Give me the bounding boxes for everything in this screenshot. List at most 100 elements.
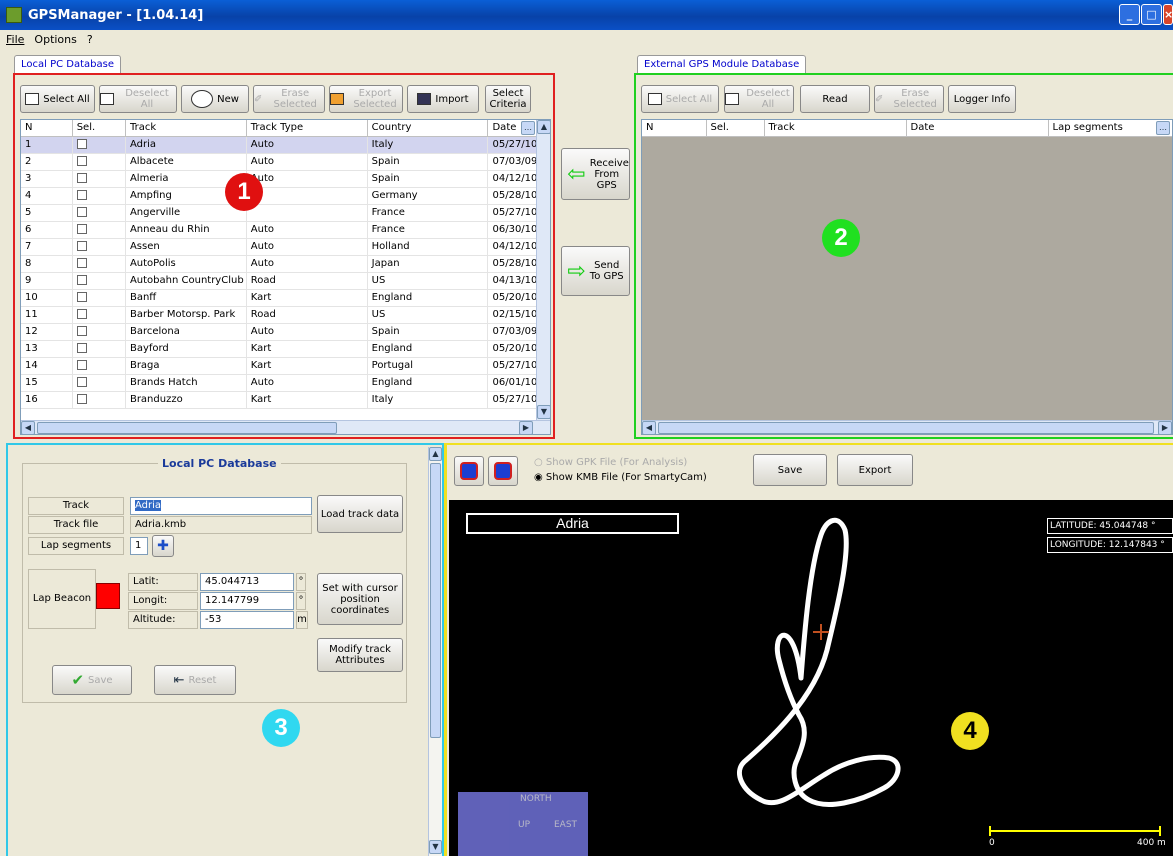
ext-select-all-button[interactable]: Select All <box>641 85 719 113</box>
table-row[interactable]: 3 Almeria Auto Spain 04/12/10 <box>21 170 550 188</box>
row-select-checkbox[interactable] <box>72 221 126 239</box>
table-row[interactable]: 16 Branduzzo Kart Italy 05/27/10 <box>21 391 550 409</box>
map-save-button[interactable]: Save <box>753 454 827 486</box>
checkbox[interactable] <box>76 360 87 370</box>
checkbox[interactable] <box>76 207 87 217</box>
radio-kmb-option[interactable]: ◉ Show KMB File (For SmartyCam) <box>534 472 707 483</box>
map-export-button[interactable]: Export <box>837 454 913 486</box>
scroll-thumb[interactable] <box>37 422 337 434</box>
detail-scroll-up-arrow[interactable]: ▲ <box>429 447 442 461</box>
row-select-checkbox[interactable] <box>72 323 126 341</box>
ext-col-n[interactable]: N <box>642 120 707 137</box>
menu-file[interactable]: File <box>6 33 24 46</box>
longitude-input[interactable]: 12.147799 <box>200 592 294 610</box>
track-name-input[interactable]: Adria <box>130 497 312 515</box>
select-criteria-button[interactable]: Select Criteria <box>485 85 531 113</box>
checkbox[interactable] <box>76 292 87 302</box>
column-chooser-button[interactable]: … <box>521 121 535 135</box>
scroll-down-arrow[interactable]: ▼ <box>537 405 550 419</box>
modify-track-attributes-button[interactable]: Modify track Attributes <box>317 638 403 672</box>
import-button[interactable]: Import <box>407 85 479 113</box>
menu-help[interactable]: ? <box>87 33 93 46</box>
row-select-checkbox[interactable] <box>72 289 126 307</box>
row-select-checkbox[interactable] <box>72 306 126 324</box>
checkbox[interactable] <box>76 156 87 166</box>
ext-deselect-all-button[interactable]: Deselect All <box>724 85 794 113</box>
col-n[interactable]: N <box>21 120 73 137</box>
send-to-gps-button[interactable]: ⇨ Send To GPS <box>561 246 630 296</box>
checkbox[interactable] <box>76 326 87 336</box>
checkbox[interactable] <box>76 343 87 353</box>
table-row[interactable]: 12 Barcelona Auto Spain 07/03/09 <box>21 323 550 341</box>
menu-options[interactable]: Options <box>34 33 76 46</box>
export-selected-button[interactable]: Export Selected <box>329 85 403 113</box>
ext-col-sel[interactable]: Sel. <box>706 120 765 137</box>
rotate-left-button[interactable] <box>454 456 484 486</box>
checkbox[interactable] <box>76 309 87 319</box>
checkbox[interactable] <box>76 241 87 251</box>
table-row[interactable]: 8 AutoPolis Auto Japan 05/28/10 <box>21 255 550 273</box>
table-row[interactable]: 14 Braga Kart Portugal 05/27/10 <box>21 357 550 375</box>
altitude-input[interactable]: -53 <box>200 611 294 629</box>
checkbox[interactable] <box>76 394 87 404</box>
checkbox[interactable] <box>76 139 87 149</box>
save-track-button[interactable]: ✔ Save <box>52 665 132 695</box>
track-map-canvas[interactable]: Adria LATITUDE: 45.044748 ° LONGITUDE: 1… <box>449 500 1173 856</box>
receive-from-gps-button[interactable]: ⇦ Receive From GPS <box>561 148 630 200</box>
row-select-checkbox[interactable] <box>72 391 126 409</box>
col-sel[interactable]: Sel. <box>72 120 126 137</box>
table-row[interactable]: 7 Assen Auto Holland 04/12/10 <box>21 238 550 256</box>
table-horizontal-scrollbar[interactable]: ◀ ▶ <box>21 420 550 434</box>
row-select-checkbox[interactable] <box>72 374 126 392</box>
close-button[interactable]: × <box>1163 4 1173 25</box>
detail-vertical-scrollbar[interactable]: ▲ ▼ <box>428 447 442 856</box>
ext-scroll-right-arrow[interactable]: ▶ <box>1158 421 1172 434</box>
row-select-checkbox[interactable] <box>72 187 126 205</box>
col-country[interactable]: Country <box>367 120 489 137</box>
table-vertical-scrollbar[interactable]: ▲ ▼ <box>536 120 550 420</box>
detail-scroll-thumb[interactable] <box>430 463 441 738</box>
ext-erase-selected-button[interactable]: ✐ Erase Selected <box>874 85 944 113</box>
minimap-compass[interactable]: NORTH UP EAST <box>458 792 588 856</box>
ext-col-date[interactable]: Date <box>906 120 1049 137</box>
col-track-type[interactable]: Track Type <box>246 120 368 137</box>
row-select-checkbox[interactable] <box>72 136 126 154</box>
table-row[interactable]: 4 Ampfing Germany 05/28/10 <box>21 187 550 205</box>
table-row[interactable]: 6 Anneau du Rhin Auto France 06/30/10 <box>21 221 550 239</box>
new-button[interactable]: New <box>181 85 249 113</box>
table-row[interactable]: 15 Brands Hatch Auto England 06/01/10 <box>21 374 550 392</box>
set-with-cursor-button[interactable]: Set with cursor position coordinates <box>317 573 403 625</box>
row-select-checkbox[interactable] <box>72 272 126 290</box>
row-select-checkbox[interactable] <box>72 357 126 375</box>
select-all-button[interactable]: Select All <box>20 85 95 113</box>
checkbox[interactable] <box>76 275 87 285</box>
ext-horizontal-scrollbar[interactable]: ◀ ▶ <box>642 420 1172 434</box>
add-segment-button[interactable]: ✚ <box>152 535 174 557</box>
read-button[interactable]: Read <box>800 85 870 113</box>
latitude-input[interactable]: 45.044713 <box>200 573 294 591</box>
detail-scroll-down-arrow[interactable]: ▼ <box>429 840 442 854</box>
ext-column-chooser-button[interactable]: … <box>1156 121 1170 135</box>
erase-selected-button[interactable]: ✐ Erase Selected <box>253 85 325 113</box>
row-select-checkbox[interactable] <box>72 204 126 222</box>
row-select-checkbox[interactable] <box>72 153 126 171</box>
table-row[interactable]: 5 Angerville France 05/27/10 <box>21 204 550 222</box>
row-select-checkbox[interactable] <box>72 255 126 273</box>
logger-info-button[interactable]: Logger Info <box>948 85 1016 113</box>
checkbox[interactable] <box>76 258 87 268</box>
table-row[interactable]: 9 Autobahn CountryClub Road US 04/13/10 <box>21 272 550 290</box>
row-select-checkbox[interactable] <box>72 340 126 358</box>
checkbox[interactable] <box>76 173 87 183</box>
scroll-left-arrow[interactable]: ◀ <box>21 421 35 434</box>
checkbox[interactable] <box>76 224 87 234</box>
table-row[interactable]: 10 Banff Kart England 05/20/10 <box>21 289 550 307</box>
maximize-button[interactable]: □ <box>1141 4 1162 25</box>
reset-track-button[interactable]: ⇤ Reset <box>154 665 236 695</box>
radio-gpk-option[interactable]: ○ Show GPK File (For Analysis) <box>534 457 687 468</box>
checkbox[interactable] <box>76 377 87 387</box>
scroll-right-arrow[interactable]: ▶ <box>519 421 533 434</box>
ext-col-track[interactable]: Track <box>764 120 907 137</box>
load-track-data-button[interactable]: Load track data <box>317 495 403 533</box>
row-select-checkbox[interactable] <box>72 238 126 256</box>
table-row[interactable]: 2 Albacete Auto Spain 07/03/09 <box>21 153 550 171</box>
